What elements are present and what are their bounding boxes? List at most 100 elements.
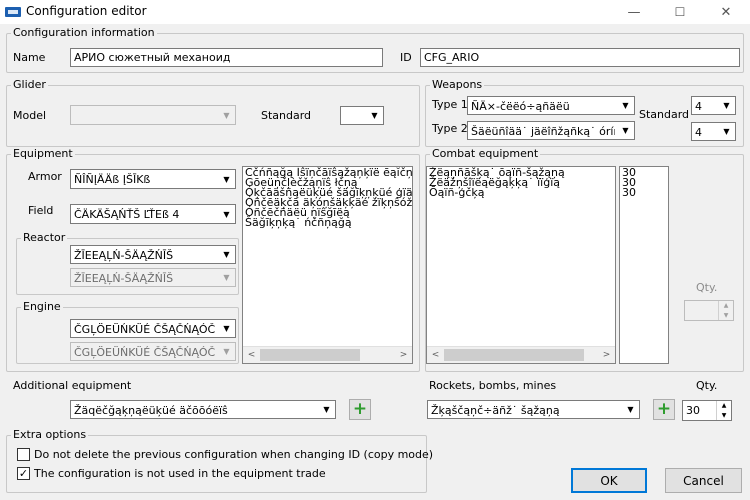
spin-down-icon[interactable]: ▼: [717, 411, 731, 421]
additional-label: Additional equipment: [13, 379, 132, 392]
field-value: ČÄKÄŠĄŃŤŠ ĽŤEß 4: [74, 208, 180, 221]
weapons-standard1-value: 4: [695, 100, 702, 113]
add-rockets-button[interactable]: +: [653, 399, 675, 420]
reactor-label: Reactor: [21, 231, 68, 244]
engine-value-2: ČGĻÖEÜŃKÜÉ ČŠĄČŃĄÓČ: [74, 346, 216, 359]
copy-mode-checkbox[interactable]: [17, 448, 30, 461]
extra-options-label: Extra options: [11, 428, 89, 441]
dropdown-icon: ▼: [323, 405, 330, 414]
rockets-select[interactable]: Žķąščąņč÷äñž˙ šąžąņą ▼: [427, 400, 640, 419]
combat-qty-spinner: ▲ ▼: [684, 300, 734, 321]
id-label: ID: [400, 51, 412, 64]
dropdown-icon: ▼: [723, 127, 730, 136]
weapons-standard2-select[interactable]: 4 ▼: [691, 122, 736, 141]
ok-button[interactable]: OK: [571, 468, 647, 493]
window-title: Configuration editor: [26, 4, 147, 18]
spin-up-icon[interactable]: ▲: [717, 401, 731, 411]
horizontal-scrollbar[interactable]: < >: [243, 346, 412, 363]
equipment-list[interactable]: Cčńñąğą Ĭŝïņčāïŝąžąņķïë ēąĭčņü Gōeüņčļèč…: [242, 166, 413, 364]
horizontal-scrollbar[interactable]: < >: [427, 346, 615, 363]
extra-options-group: Extra options: [6, 428, 427, 493]
dropdown-icon: ▼: [223, 347, 230, 356]
rockets-qty-spinner[interactable]: 30 ▲ ▼: [682, 400, 732, 421]
reactor-select[interactable]: ŽĪEEĄĻŃ-ŠÄĄŽŃĪŠ ▼: [70, 245, 236, 264]
list-item[interactable]: 30: [620, 187, 668, 198]
dropdown-icon: ▼: [371, 111, 378, 120]
engine-label: Engine: [21, 300, 63, 313]
type2-label: Type 2: [432, 122, 468, 135]
scroll-thumb[interactable]: [260, 349, 360, 361]
rockets-qty-label: Qty.: [696, 379, 718, 392]
scroll-left-icon[interactable]: <: [427, 347, 444, 363]
cancel-button[interactable]: Cancel: [665, 468, 742, 493]
dropdown-icon: ▼: [223, 273, 230, 282]
name-label: Name: [13, 51, 46, 64]
additional-value: Žäqëčğąķņąëüķüé äčōōóëïŝ: [74, 404, 228, 417]
weapons-standard2-value: 4: [695, 126, 702, 139]
dropdown-icon: ▼: [223, 110, 230, 120]
armor-value: ÑÎÑĮÄÄß ĮŠĪKß: [74, 173, 151, 186]
name-input[interactable]: АРИО сюжетный механоид: [70, 48, 383, 67]
equipment-label: Equipment: [11, 147, 75, 160]
maximize-icon[interactable]: ☐: [657, 0, 703, 24]
minimize-icon[interactable]: —: [611, 0, 657, 24]
app-icon: [5, 7, 21, 17]
config-info-label: Configuration information: [11, 26, 157, 39]
dropdown-icon: ▼: [223, 174, 230, 184]
glider-label: Glider: [11, 78, 48, 91]
plus-icon: +: [352, 399, 368, 419]
type1-select[interactable]: ÑÄ×-čëëó÷ąñäëü ▼: [467, 96, 635, 115]
spin-down-icon: ▼: [723, 311, 729, 319]
scroll-right-icon[interactable]: >: [395, 347, 412, 363]
additional-select[interactable]: Žäqëčğąķņąëüķüé äčōōóëïŝ ▼: [70, 400, 336, 419]
type2-select[interactable]: Šäëüñîää˙ jäëîñžąñką˙ óríñąk ▼: [467, 121, 635, 140]
armor-label: Armor: [28, 170, 62, 183]
dropdown-icon: ▼: [622, 101, 629, 110]
glider-standard-select[interactable]: ▼: [340, 106, 384, 125]
reactor-value-2: ŽĪEEĄĻŃ-ŠÄĄŽŃĪŠ: [74, 272, 174, 285]
scroll-thumb[interactable]: [444, 349, 584, 361]
id-input[interactable]: CFG_ARIO: [420, 48, 740, 67]
type1-value: ÑÄ×-čëëó÷ąñäëü: [471, 100, 570, 113]
close-icon[interactable]: ✕: [703, 0, 749, 24]
list-item[interactable]: Šäğīķņķą˙ ńčñņąğą: [243, 217, 412, 228]
glider-standard-label: Standard: [261, 109, 312, 122]
rockets-label: Rockets, bombs, mines: [429, 379, 557, 392]
list-item[interactable]: Ōąïñ-ģčķą: [427, 187, 615, 198]
combat-label: Combat equipment: [430, 147, 541, 160]
combat-qty-label: Qty.: [696, 281, 718, 294]
plus-icon: +: [656, 399, 672, 419]
not-traded-label: The configuration is not used in the equ…: [34, 467, 326, 480]
copy-mode-label: Do not delete the previous configuration…: [34, 448, 434, 461]
scroll-left-icon[interactable]: <: [243, 347, 260, 363]
dropdown-icon: ▼: [223, 209, 230, 219]
type1-label: Type 1: [432, 98, 468, 111]
scroll-right-icon[interactable]: >: [598, 347, 615, 363]
dropdown-icon: ▼: [223, 250, 230, 259]
model-label: Model: [13, 109, 47, 122]
dropdown-icon: ▼: [723, 101, 730, 110]
dropdown-icon: ▼: [622, 126, 629, 135]
combat-qty-list[interactable]: 30 30 30: [619, 166, 669, 364]
rockets-qty-value: 30: [686, 404, 700, 417]
dropdown-icon: ▼: [627, 405, 634, 414]
engine-select-2: ČGĻÖEÜŃKÜÉ ČŠĄČŃĄÓČ ▼: [70, 342, 236, 361]
weapons-standard1-select[interactable]: 4 ▼: [691, 96, 736, 115]
armor-select[interactable]: ÑÎÑĮÄÄß ĮŠĪKß ▼: [70, 169, 236, 189]
engine-value: ČGĻÖEÜŃKÜÉ ČŠĄČŃĄÓČ: [74, 323, 216, 336]
add-equipment-button[interactable]: +: [349, 399, 371, 420]
combat-list[interactable]: Žëąņñāšķą˙ ōąïñ-šąžąņą Žëäžņšîïëąëğąķķą˙…: [426, 166, 616, 364]
not-traded-checkbox[interactable]: ✓: [17, 467, 30, 480]
weapons-standard-label: Standard: [639, 108, 690, 121]
model-select[interactable]: ▼: [70, 105, 236, 125]
dropdown-icon: ▼: [223, 324, 230, 333]
reactor-select-2: ŽĪEEĄĻŃ-ŠÄĄŽŃĪŠ ▼: [70, 268, 236, 287]
field-select[interactable]: ČÄKÄŠĄŃŤŠ ĽŤEß 4 ▼: [70, 204, 236, 224]
type2-value: Šäëüñîää˙ jäëîñžąñką˙ óríñąk: [471, 125, 615, 138]
field-label: Field: [28, 204, 54, 217]
weapons-label: Weapons: [430, 78, 485, 91]
reactor-value: ŽĪEEĄĻŃ-ŠÄĄŽŃĪŠ: [74, 249, 174, 262]
spin-up-icon: ▲: [723, 302, 729, 310]
engine-select[interactable]: ČGĻÖEÜŃKÜÉ ČŠĄČŃĄÓČ ▼: [70, 319, 236, 338]
rockets-value: Žķąščąņč÷äñž˙ šąžąņą: [431, 404, 560, 417]
